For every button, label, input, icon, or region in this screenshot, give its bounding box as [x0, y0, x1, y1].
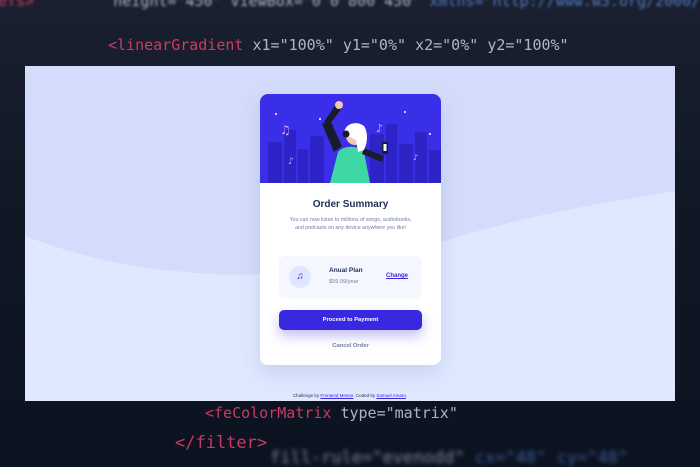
author-link[interactable]: Samuel Amaro: [376, 393, 406, 398]
code-line-5: fill-rule="evenodd" cx="48" cy="48": [270, 448, 629, 467]
screenshot-panel: ♫ ♪ ♪ ♪ Order Summary You can now listen…: [25, 66, 675, 401]
music-note-icon: ♫: [289, 266, 311, 288]
attribution-prefix: Challenge by: [292, 393, 321, 398]
hero-illustration: ♫ ♪ ♪ ♪: [260, 94, 441, 183]
attribution-suffix: .: [405, 393, 408, 398]
attribution-middle: . Coded by: [353, 393, 377, 398]
change-plan-link[interactable]: Change: [386, 273, 408, 279]
svg-text:♪: ♪: [413, 153, 418, 162]
attribution: Challenge by Frontend Mentor. Coded by S…: [25, 393, 675, 398]
cancel-order-button[interactable]: Cancel Order: [260, 343, 441, 349]
proceed-to-payment-button[interactable]: Proceed to Payment: [279, 310, 422, 330]
plan-box: ♫ Anual Plan $59.99/year Change: [279, 256, 422, 298]
plan-price: $59.99/year: [329, 279, 359, 285]
plan-name: Anual Plan: [329, 267, 363, 274]
svg-text:♪: ♪: [376, 122, 383, 135]
card-title: Order Summary: [312, 199, 389, 210]
code-line-1: <defs> height="450" viewBox="0 0 800 450…: [0, 0, 700, 10]
order-summary-card: ♫ ♪ ♪ ♪ Order Summary You can now listen…: [260, 94, 441, 365]
card-description: You can now listen to millions of songs,…: [289, 217, 412, 231]
svg-text:♪: ♪: [288, 157, 294, 167]
frontend-mentor-link[interactable]: Frontend Mentor: [320, 393, 353, 398]
code-line-2: <linearGradient x1="100%" y1="0%" x2="0%…: [108, 36, 569, 54]
code-line-4: </filter>: [175, 433, 268, 453]
svg-text:♫: ♫: [280, 123, 291, 137]
code-line-3: <feColorMatrix type="matrix": [205, 404, 458, 422]
